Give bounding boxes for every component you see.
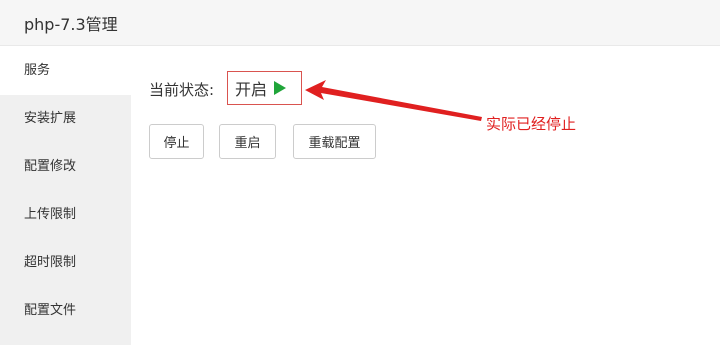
title-bar: php-7.3管理 bbox=[0, 0, 720, 46]
play-icon bbox=[274, 81, 287, 95]
sidebar-item-config-file[interactable]: 配置文件 bbox=[0, 287, 131, 335]
arrow-icon bbox=[305, 80, 482, 121]
sidebar-item-timeout-limit[interactable]: 超时限制 bbox=[0, 239, 131, 287]
sidebar-item-install-extensions[interactable]: 安装扩展 bbox=[0, 95, 131, 143]
sidebar-item-config-edit[interactable]: 配置修改 bbox=[0, 143, 131, 191]
window-title: php-7.3管理 bbox=[24, 15, 118, 34]
annotation-text: 实际已经停止 bbox=[486, 115, 577, 133]
sidebar-item-upload-limit[interactable]: 上传限制 bbox=[0, 191, 131, 239]
restart-button[interactable]: 重启 bbox=[219, 124, 276, 159]
status-highlight-box: 开启 bbox=[227, 71, 302, 105]
sidebar-item-service[interactable]: 服务 bbox=[0, 47, 131, 95]
reload-config-button[interactable]: 重载配置 bbox=[293, 124, 376, 159]
main-panel: 当前状态: 开启 实际已经停止 停止 重启 重载配置 bbox=[131, 47, 720, 345]
sidebar: 服务 安装扩展 配置修改 上传限制 超时限制 配置文件 bbox=[0, 47, 131, 345]
status-label: 当前状态: bbox=[149, 81, 215, 99]
status-value: 开启 bbox=[235, 80, 268, 99]
stop-button[interactable]: 停止 bbox=[149, 124, 204, 159]
